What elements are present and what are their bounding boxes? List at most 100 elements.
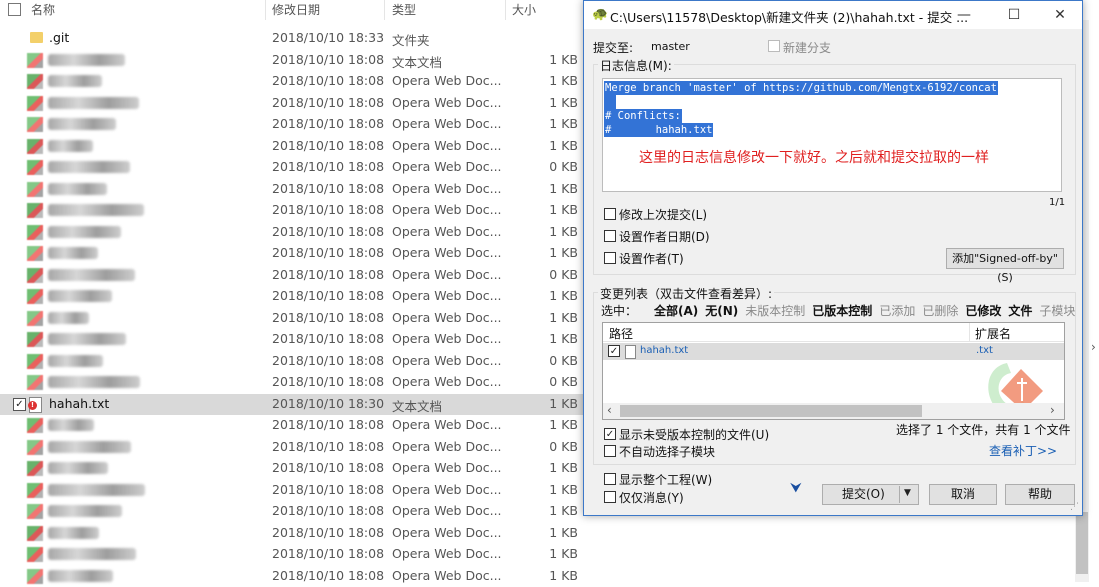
signed-off-by-button[interactable]: 添加"Signed-off-by"(S) <box>946 248 1064 284</box>
dropdown-arrow-icon[interactable]: ▼ <box>904 488 911 498</box>
file-row[interactable]: 2018/10/10 18:08 Opera Web Doc... 1 KB <box>0 136 583 157</box>
column-size[interactable]: 大小 <box>512 1 536 18</box>
filter-7[interactable]: 文件 <box>1008 304 1032 318</box>
file-size: 1 KB <box>549 94 578 110</box>
file-row[interactable]: 2018/10/10 18:08 Opera Web Doc... 1 KB <box>0 480 583 501</box>
select-all-checkbox[interactable] <box>8 3 21 16</box>
file-row[interactable]: 2018/10/10 18:08 Opera Web Doc... 1 KB <box>0 114 583 135</box>
file-type: Opera Web Doc... <box>392 94 502 110</box>
amend-checkbox[interactable] <box>604 208 616 220</box>
file-row[interactable]: 2018/10/10 18:08 Opera Web Doc... 1 KB <box>0 501 583 522</box>
file-size: 1 KB <box>549 288 578 303</box>
column-divider[interactable] <box>505 0 506 20</box>
file-row[interactable]: 2018/10/10 18:08 Opera Web Doc... 1 KB <box>0 544 583 565</box>
file-checkbox[interactable]: ✓ <box>608 345 620 357</box>
set-date-checkbox[interactable] <box>604 230 616 242</box>
filter-1[interactable]: 无(N) <box>705 304 738 318</box>
show-unversioned-label: 显示未受版本控制的文件(U) <box>619 428 770 442</box>
file-row[interactable]: 2018/10/10 18:08 Opera Web Doc... 1 KB <box>0 93 583 114</box>
file-row[interactable]: 2018/10/10 18:08 Opera Web Doc... 1 KB <box>0 458 583 479</box>
scrollbar-thumb[interactable] <box>1076 512 1088 574</box>
changed-files-list[interactable]: 路径 扩展名 ✓ hahah.txt .txt ‹ › <box>602 322 1065 420</box>
column-name[interactable]: 名称 <box>31 1 55 18</box>
file-row[interactable]: 2018/10/10 18:08 Opera Web Doc... 1 KB <box>0 415 583 436</box>
cancel-button[interactable]: 取消 <box>929 484 997 505</box>
file-row[interactable]: 2018/10/10 18:08 Opera Web Doc... 1 KB <box>0 523 583 544</box>
file-row[interactable]: 2018/10/10 18:08 Opera Web Doc... 0 KB <box>0 157 583 178</box>
blurred-file-name <box>48 118 116 130</box>
show-whole-project-checkbox[interactable] <box>604 473 616 485</box>
file-row[interactable]: 2018/10/10 18:08 Opera Web Doc... 0 KB <box>0 351 583 372</box>
filter-4[interactable]: 已添加 <box>879 304 915 318</box>
filter-2[interactable]: 未版本控制 <box>745 304 805 318</box>
set-date-label: 设置作者日期(D) <box>619 230 710 244</box>
file-row[interactable]: 2018/10/10 18:08 Opera Web Doc... 1 KB <box>0 243 583 264</box>
column-divider[interactable] <box>969 323 970 341</box>
column-date[interactable]: 修改日期 <box>272 1 320 18</box>
set-author-checkbox[interactable] <box>604 252 616 264</box>
file-type: Opera Web Doc... <box>392 417 502 432</box>
file-type: Opera Web Doc... <box>392 460 502 475</box>
filter-0[interactable]: 全部(A) <box>654 304 698 318</box>
no-auto-submodule-checkbox[interactable] <box>604 445 616 457</box>
file-row[interactable]: 2018/10/10 18:08 Opera Web Doc... 0 KB <box>0 437 583 458</box>
file-date: 2018/10/10 18:08 <box>272 245 385 260</box>
file-row[interactable]: .git 2018/10/10 18:33 文件夹 <box>0 28 583 49</box>
file-size: 1 KB <box>549 331 578 346</box>
filter-8[interactable]: 子模块 <box>1039 304 1075 318</box>
filter-5[interactable]: 已删除 <box>922 304 958 318</box>
commit-message-editor[interactable]: Merge branch 'master' of https://github.… <box>602 78 1062 192</box>
column-path[interactable]: 路径 <box>609 325 633 342</box>
file-type: Opera Web Doc... <box>392 524 502 540</box>
chevron-right-icon[interactable]: › <box>1091 340 1096 354</box>
file-size: 1 KB <box>549 51 578 67</box>
file-size: 1 KB <box>549 223 578 239</box>
file-row[interactable]: 2018/10/10 18:08 Opera Web Doc... 1 KB <box>0 566 583 587</box>
file-row[interactable]: 2018/10/10 18:08 Opera Web Doc... 1 KB <box>0 222 583 243</box>
file-type: Opera Web Doc... <box>392 331 502 346</box>
filter-6[interactable]: 已修改 <box>965 304 1001 318</box>
file-type: Opera Web Doc... <box>392 374 502 389</box>
blurred-file-name <box>48 548 136 560</box>
filter-3[interactable]: 已版本控制 <box>812 304 872 318</box>
minimize-button[interactable]: — <box>947 4 981 26</box>
row-checkbox[interactable]: ✓ <box>13 397 26 411</box>
file-row[interactable]: 2018/10/10 18:08 Opera Web Doc... 1 KB <box>0 179 583 200</box>
column-ext[interactable]: 扩展名 <box>975 325 1011 342</box>
scrollbar-thumb[interactable] <box>620 405 922 417</box>
view-patch-link[interactable]: 查看补丁>> <box>989 442 1057 459</box>
file-row[interactable]: 2018/10/10 18:08 Opera Web Doc... 0 KB <box>0 372 583 393</box>
file-size: 1 KB <box>549 309 578 325</box>
conflict-file-icon: ! <box>28 396 42 413</box>
file-date: 2018/10/10 18:08 <box>272 524 385 540</box>
file-type: Opera Web Doc... <box>392 288 502 303</box>
help-button[interactable]: 帮助 <box>1005 484 1075 505</box>
file-row[interactable]: 2018/10/10 18:08 Opera Web Doc... 1 KB <box>0 200 583 221</box>
new-branch-label: 新建分支 <box>783 41 832 55</box>
file-type: Opera Web Doc... <box>392 245 502 260</box>
file-row[interactable]: 2018/10/10 18:08 文本文档 1 KB <box>0 50 583 71</box>
blurred-file-name <box>48 204 144 216</box>
file-row[interactable]: 2018/10/10 18:08 Opera Web Doc... 0 KB <box>0 265 583 286</box>
scroll-left-icon[interactable]: ‹ <box>607 403 612 417</box>
file-row[interactable]: 2018/10/10 18:08 Opera Web Doc... 1 KB <box>0 286 583 307</box>
maximize-button[interactable]: ☐ <box>997 4 1031 26</box>
show-unversioned-checkbox[interactable]: ✓ <box>604 428 616 440</box>
horizontal-scrollbar[interactable]: ‹ › <box>603 403 1064 419</box>
dialog-titlebar[interactable]: 🐢 C:\Users\11578\Desktop\新建文件夹 (2)\hahah… <box>584 1 1082 29</box>
file-row[interactable]: ✓! hahah.txt 2018/10/10 18:30 文本文档 1 KB <box>0 393 583 415</box>
column-divider[interactable] <box>384 0 385 20</box>
git-status-file-icon <box>27 332 43 347</box>
new-branch-checkbox[interactable] <box>768 40 780 52</box>
file-row[interactable]: 2018/10/10 18:08 Opera Web Doc... 1 KB <box>0 308 583 329</box>
message-only-label: 仅仅消息(Y) <box>619 491 684 505</box>
resize-grip-icon[interactable]: ⋰ <box>1070 502 1079 512</box>
message-only-checkbox[interactable] <box>604 491 616 503</box>
scroll-right-icon[interactable]: › <box>1050 403 1055 417</box>
column-divider[interactable] <box>265 0 266 20</box>
blurred-file-name <box>48 333 126 345</box>
file-row[interactable]: 2018/10/10 18:08 Opera Web Doc... 1 KB <box>0 329 583 350</box>
file-row[interactable]: 2018/10/10 18:08 Opera Web Doc... 1 KB <box>0 71 583 92</box>
close-button[interactable]: ✕ <box>1043 4 1077 26</box>
column-type[interactable]: 类型 <box>392 1 416 18</box>
